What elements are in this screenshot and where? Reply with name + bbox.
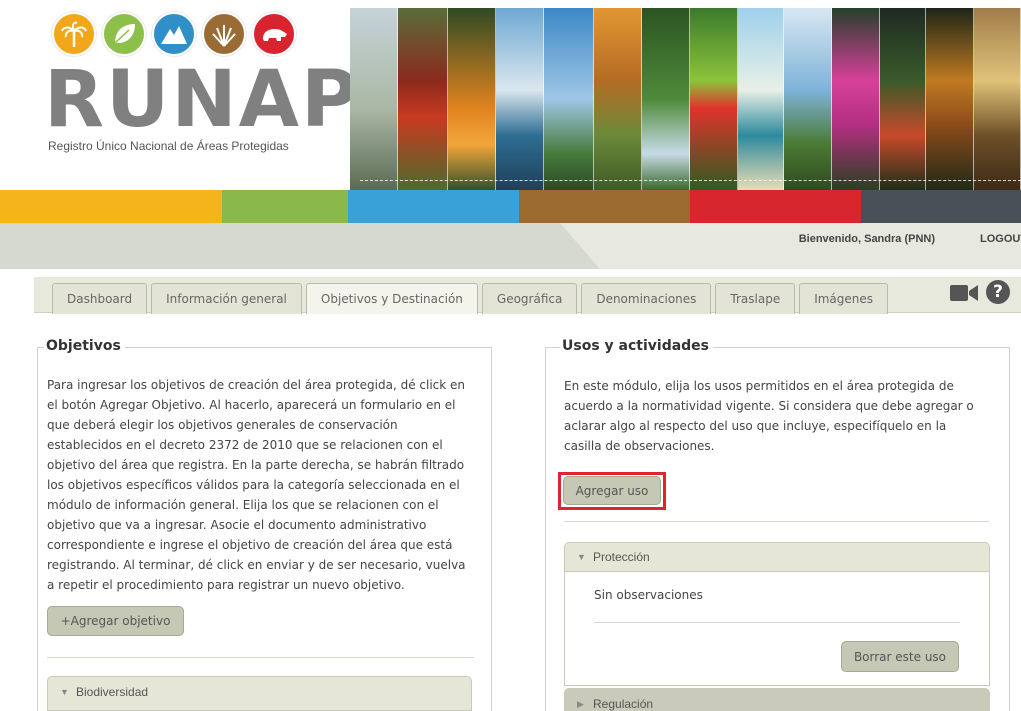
welcome-text: Bienvenido, Sandra (PNN) <box>798 233 935 245</box>
objetivos-description: Para ingresar los objetivos de creación … <box>47 378 466 592</box>
section-regulacion[interactable]: ▶ Regulación <box>564 688 990 711</box>
section-proteccion[interactable]: ▼ Protección <box>564 542 990 572</box>
tab-informacion-general[interactable]: Información general <box>151 283 302 314</box>
tab-traslape[interactable]: Traslape <box>715 283 796 314</box>
palm-tree-icon <box>52 12 96 56</box>
site-header: RUNAP Registro Único Nacional de Áreas P… <box>0 0 1021 190</box>
help-icon[interactable]: ? <box>986 280 1010 304</box>
section-biodiversidad[interactable]: ▼ Biodiversidad <box>47 676 472 711</box>
section-label: Regulación <box>593 697 654 711</box>
mountain-icon <box>152 12 196 56</box>
collapse-arrow-icon: ▼ <box>60 687 69 697</box>
usos-description: En este módulo, elija los usos permitido… <box>564 379 974 453</box>
leaf-icon <box>102 12 146 56</box>
proteccion-body: Sin observaciones Borrar este uso <box>564 572 990 686</box>
tab-imagenes[interactable]: Imágenes <box>799 283 889 314</box>
section-label: Biodiversidad <box>76 685 149 699</box>
logout-link[interactable]: LOGOUT <box>980 233 1021 245</box>
delete-uso-button[interactable]: Borrar este uso <box>841 641 959 672</box>
grass-icon <box>202 12 246 56</box>
add-uso-button[interactable]: Agregar uso <box>563 476 661 505</box>
tab-denominaciones[interactable]: Denominaciones <box>581 283 712 314</box>
video-camera-icon[interactable] <box>950 283 978 303</box>
collapse-arrow-icon: ▼ <box>577 552 586 562</box>
add-objetivo-button[interactable]: +Agregar objetivo <box>47 606 184 636</box>
tab-geografica[interactable]: Geográfica <box>481 283 578 314</box>
user-bar <box>0 223 1021 269</box>
tab-list: Dashboard Información general Objetivos … <box>52 283 889 314</box>
section-label: Protección <box>593 550 650 564</box>
logo-subtitle: Registro Único Nacional de Áreas Protegi… <box>48 139 289 153</box>
brand-color-bar <box>0 190 1021 223</box>
tab-objetivos-destinacion[interactable]: Objetivos y Destinación <box>305 283 478 314</box>
header-photo-strip <box>350 8 1021 190</box>
logo-icons <box>52 12 296 56</box>
objetivos-title: Objetivos <box>44 338 125 354</box>
tab-dashboard[interactable]: Dashboard <box>52 283 148 314</box>
observations-text: Sin observaciones <box>594 588 703 602</box>
expand-arrow-icon: ▶ <box>577 699 584 709</box>
bear-icon <box>252 12 296 56</box>
usos-title: Usos y actividades <box>560 338 714 354</box>
logo-wordmark: RUNAP <box>44 55 361 145</box>
